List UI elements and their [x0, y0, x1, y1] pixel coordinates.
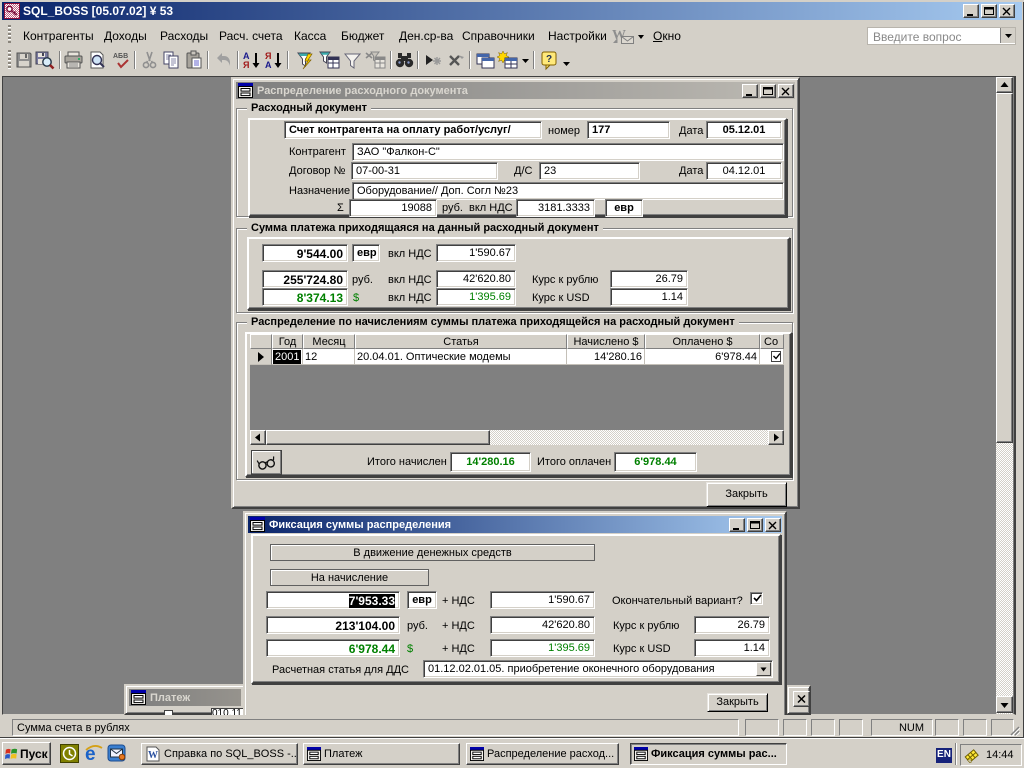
svg-text:А: А	[265, 60, 272, 70]
svg-text:Я: Я	[243, 60, 249, 70]
svg-text:АБВ: АБВ	[113, 53, 128, 60]
svg-text:W: W	[148, 750, 158, 761]
svg-text:?: ?	[546, 54, 552, 65]
